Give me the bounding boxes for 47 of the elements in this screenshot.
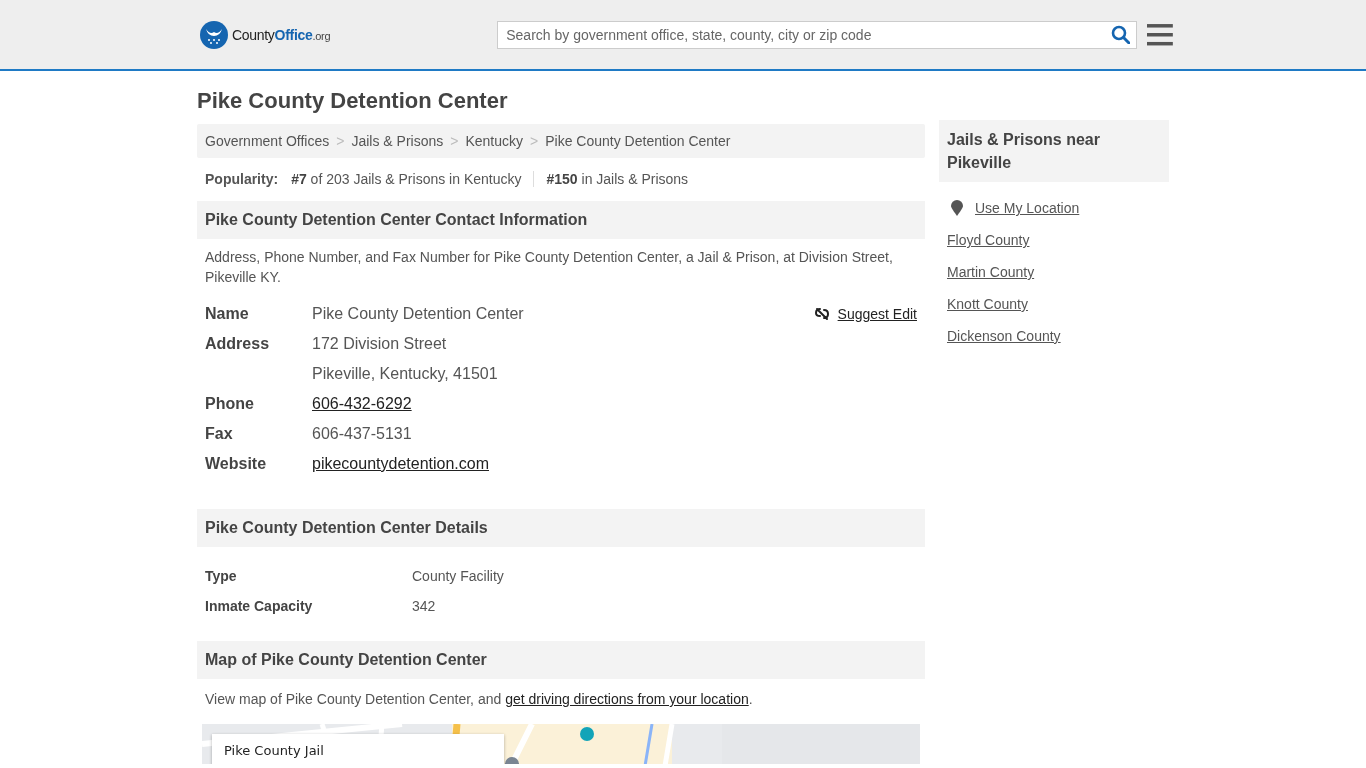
suggest-edit-link[interactable]: Suggest Edit bbox=[837, 301, 917, 327]
section-heading: Pike County Detention Center Contact Information bbox=[197, 201, 925, 239]
field-value: 606-437-5131 bbox=[312, 424, 413, 444]
field-link[interactable]: pikecountydetention.com bbox=[312, 449, 917, 479]
section-heading: Pike County Detention Center Details bbox=[197, 509, 925, 547]
popularity-rank: #7 of 203 Jails & Prisons in Kentucky bbox=[291, 171, 522, 187]
use-location-link[interactable]: Use My Location bbox=[975, 200, 1080, 216]
sidebar-link[interactable]: Martin County bbox=[947, 264, 1035, 280]
breadcrumb-separator: > bbox=[450, 133, 459, 149]
field-link[interactable]: 606-432-6292 bbox=[312, 389, 917, 419]
field-label: Type bbox=[205, 567, 238, 586]
field-value: Pikeville, Kentucky, 41501 bbox=[312, 364, 499, 384]
section-heading: Map of Pike County Detention Center bbox=[197, 641, 925, 679]
logo-icon bbox=[200, 20, 228, 49]
field-value: 172 Division Street bbox=[312, 334, 448, 354]
field-label: Inmate Capacity bbox=[205, 597, 314, 616]
intro-text: View map of Pike County Detention Center, and get driving directions from your location. bbox=[205, 690, 754, 709]
popularity-rank: #150 in Jails & Prisons bbox=[533, 171, 689, 187]
sidebar-link[interactable]: Dickenson County bbox=[947, 328, 1061, 344]
popularity-label: Popularity: bbox=[205, 171, 279, 187]
sidebar-link[interactable]: Knott County bbox=[947, 296, 1028, 312]
page-title: Pike County Detention Center bbox=[197, 88, 509, 114]
breadcrumb-link[interactable]: Pike County Detention Center bbox=[545, 133, 731, 149]
field-value: 342 bbox=[412, 597, 436, 616]
breadcrumb-separator: > bbox=[336, 133, 345, 149]
field-label: Phone bbox=[205, 394, 255, 414]
breadcrumb-separator: > bbox=[530, 133, 539, 149]
field-label: Website bbox=[205, 454, 268, 474]
field-label: Address bbox=[205, 334, 271, 354]
menu-icon bbox=[1147, 23, 1173, 46]
search-icon bbox=[1111, 24, 1131, 44]
sidebar-link[interactable]: Floyd County bbox=[947, 232, 1030, 248]
sidebar-heading: Jails & Prisons near Pikeville bbox=[939, 120, 1169, 182]
intro-text: Address, Phone Number, and Fax Number for Pike County Detention Center, a Jail & Prison, at Division Street, Pikeville KY. bbox=[205, 248, 894, 287]
location-pin-icon bbox=[951, 200, 963, 216]
unlink-icon bbox=[813, 306, 830, 322]
directions-link[interactable]: get driving directions from your location bbox=[505, 691, 749, 707]
breadcrumb-link[interactable]: Jails & Prisons bbox=[351, 133, 444, 149]
field-value: Pike County Detention Center bbox=[312, 304, 525, 324]
logo-text[interactable]: CountyOffice.org bbox=[232, 26, 331, 43]
search-field[interactable]: Search by government office, state, county, city or zip code bbox=[497, 20, 1138, 49]
breadcrumb-link[interactable]: Kentucky bbox=[465, 133, 524, 149]
breadcrumb-link[interactable]: Government Offices bbox=[205, 133, 330, 149]
map-place-title: Pike County Jail bbox=[223, 742, 325, 760]
field-label: Fax bbox=[205, 424, 234, 444]
field-value: County Facility bbox=[412, 567, 504, 586]
field-label: Name bbox=[205, 304, 250, 324]
